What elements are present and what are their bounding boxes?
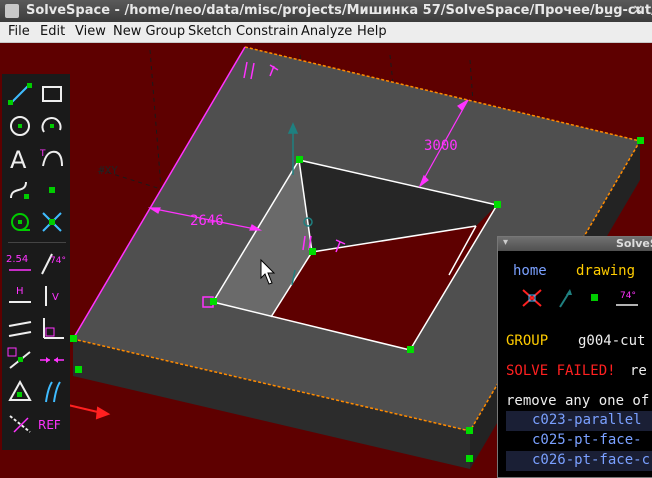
horizontal-constraint-icon[interactable]: H	[6, 282, 34, 310]
distance-dimension-icon[interactable]: 2.54	[6, 250, 34, 278]
arc-icon[interactable]	[38, 112, 66, 140]
same-orientation-icon[interactable]	[38, 378, 66, 406]
menu-new-group[interactable]: New Group	[113, 24, 185, 39]
construction-toggle-icon[interactable]	[6, 410, 34, 438]
close-icon[interactable]: ✕	[630, 3, 646, 19]
datum-point-icon[interactable]	[38, 176, 66, 204]
nav-drawing-link[interactable]: drawing	[576, 263, 635, 279]
svg-text:T: T	[39, 149, 46, 159]
dimension-3000-label[interactable]: 3000	[424, 138, 458, 154]
text-window-body: home drawing 74° GROUP g004-cut SOLVE FA…	[498, 251, 652, 477]
line-segment-icon[interactable]	[6, 80, 34, 108]
vertex-point	[637, 137, 644, 144]
parallel-constraint-icon[interactable]	[6, 314, 34, 342]
rectangle-icon[interactable]	[38, 80, 66, 108]
show-normals-icon[interactable]	[556, 287, 576, 309]
menu-bar: File Edit View New Group Sketch Constrai…	[0, 22, 652, 43]
toolbar-vertical-label: V	[52, 292, 59, 303]
vertex-point	[407, 346, 414, 353]
text-icon[interactable]: A	[6, 144, 34, 172]
solve-status: SOLVE FAILED!	[506, 363, 616, 379]
vertex-point	[466, 427, 473, 434]
vertex-point	[494, 201, 501, 208]
split-curves-icon[interactable]	[38, 208, 66, 236]
vertical-constraint-icon[interactable]: V	[38, 282, 66, 310]
group-label: GROUP	[506, 333, 549, 349]
vertex-point	[75, 366, 82, 373]
app-icon	[5, 4, 19, 18]
menu-file[interactable]: File	[8, 24, 30, 39]
svg-text:A: A	[10, 146, 27, 172]
constraint-row[interactable]: c023-parallel	[506, 411, 652, 431]
text-window-angle-label: 74°	[620, 291, 636, 301]
workplane-label: #XY	[98, 164, 118, 177]
text-window-menu-icon[interactable]: ▾	[503, 237, 508, 248]
show-constraints-icon[interactable]: 74°	[614, 287, 644, 309]
bezier-icon[interactable]	[6, 176, 34, 204]
constraint-item[interactable]: c025-pt-face-	[532, 432, 642, 448]
menu-edit[interactable]: Edit	[40, 24, 65, 39]
menu-sketch[interactable]: Sketch	[188, 24, 232, 39]
vertex-point	[309, 248, 316, 255]
menu-constrain[interactable]: Constrain	[236, 24, 298, 39]
show-points-icon[interactable]	[590, 293, 600, 303]
sketch-toolbar: A T 2.54 74° H V REF	[2, 74, 70, 450]
text-window: ▾ SolveS home drawing 74° GROUP g004-cut…	[497, 236, 652, 478]
minimize-icon[interactable]: _	[600, 3, 616, 19]
perpendicular-constraint-icon[interactable]	[38, 314, 66, 342]
text-window-title-bar: ▾ SolveS	[498, 237, 652, 251]
text-window-title: SolveS	[616, 237, 652, 250]
constraint-row[interactable]: c026-pt-face-c	[506, 451, 652, 471]
toolbar-horizontal-label: H	[16, 286, 24, 297]
group-name[interactable]: g004-cut	[578, 333, 645, 349]
symmetric-constraint-icon[interactable]	[38, 346, 66, 374]
window-title: SolveSpace - /home/neo/data/misc/project…	[26, 3, 652, 18]
constraint-item[interactable]: c023-parallel	[532, 412, 642, 428]
solve-status-rest: re	[630, 363, 647, 379]
toolbar-dimension-label: 2.54	[6, 254, 28, 265]
circle-icon[interactable]	[6, 112, 34, 140]
vertex-point	[296, 156, 303, 163]
toolbar-separator	[8, 242, 66, 243]
vertex-point	[466, 455, 473, 462]
dimension-2646-label[interactable]: 2646	[190, 213, 224, 229]
menu-view[interactable]: View	[75, 24, 106, 39]
menu-analyze[interactable]: Analyze	[301, 24, 352, 39]
tangent-arc-icon[interactable]: T	[38, 144, 66, 172]
nav-home-link[interactable]: home	[513, 263, 547, 279]
constraint-item[interactable]: c026-pt-face-c	[532, 452, 650, 468]
title-bar: SolveSpace - /home/neo/data/misc/project…	[0, 0, 652, 22]
toolbar-reference-label: REF	[38, 418, 61, 432]
angle-dimension-icon[interactable]: 74°	[38, 250, 66, 278]
vertex-point	[210, 298, 217, 305]
remove-hint: remove any one of	[506, 393, 650, 409]
constraint-row[interactable]: c025-pt-face-	[506, 431, 652, 451]
reference-toggle-icon[interactable]: REF	[38, 410, 66, 438]
hide-all-icon[interactable]	[520, 287, 546, 309]
x-axis	[67, 404, 111, 420]
menu-help[interactable]: Help	[357, 24, 387, 39]
workplane-icon[interactable]	[6, 208, 34, 236]
toolbar-angle-label: 74°	[50, 256, 66, 266]
vertex-point	[70, 335, 77, 342]
point-on-line-icon[interactable]	[6, 346, 34, 374]
triangle-icon[interactable]	[6, 378, 34, 406]
